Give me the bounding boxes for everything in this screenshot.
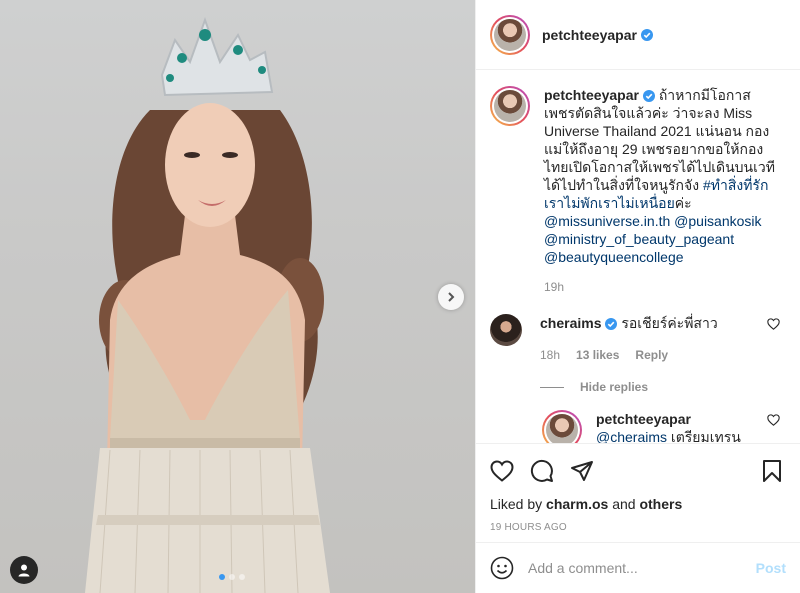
- carousel-indicator: [219, 574, 245, 580]
- post-comment-button[interactable]: Post: [756, 560, 786, 576]
- caption-author-avatar[interactable]: [490, 86, 530, 126]
- divider-line: [540, 386, 564, 388]
- comment-likes[interactable]: 13 likes: [576, 346, 619, 364]
- share-button[interactable]: [570, 459, 594, 483]
- post-timestamp[interactable]: 19 HOURS AGO: [490, 522, 786, 533]
- like-button[interactable]: [490, 460, 514, 482]
- author-avatar[interactable]: [490, 14, 530, 55]
- comment-like-heart-icon[interactable]: [767, 318, 780, 330]
- liked-by-user[interactable]: charm.os: [546, 496, 608, 512]
- comments-list[interactable]: petchteeyapar ถ้าหากมีโอกาส เพชรตัดสินใจ…: [476, 70, 800, 443]
- commenter-avatar[interactable]: [490, 314, 522, 346]
- caption-mention[interactable]: @beautyqueencollege: [544, 249, 684, 265]
- post-media[interactable]: [0, 0, 475, 593]
- liked-by-joiner: and: [612, 496, 636, 512]
- save-button[interactable]: [762, 459, 782, 483]
- carousel-dot: [239, 574, 245, 580]
- chevron-right-icon: [448, 292, 455, 302]
- comment-icon: [530, 459, 553, 482]
- comment-time[interactable]: 18h: [540, 346, 560, 364]
- liked-by-prefix: Liked by: [490, 496, 543, 512]
- comment-author-username[interactable]: cheraims: [540, 315, 601, 331]
- next-slide-button[interactable]: [438, 284, 464, 310]
- post-caption: petchteeyapar ถ้าหากมีโอกาส เพชรตัดสินใจ…: [490, 86, 786, 296]
- comment-text: รอเชียร์ค่ะพี่สาว: [621, 315, 718, 331]
- smiley-icon: [490, 556, 514, 580]
- carousel-dot: [229, 574, 235, 580]
- reply-like-heart-icon[interactable]: [767, 414, 780, 426]
- post-side-panel: petchteeyapar petchteeyapar ถ้าหากมีโอกา…: [475, 0, 800, 593]
- paper-plane-icon: [571, 461, 593, 481]
- comment: cheraims รอเชียร์ค่ะพี่สาว 18h 13 likes …: [490, 314, 786, 364]
- reply-mention[interactable]: @cheraims: [596, 429, 667, 443]
- user-icon: [18, 564, 30, 577]
- liked-by-summary: Liked by charm.os and others: [490, 496, 786, 512]
- bookmark-icon: [763, 460, 781, 482]
- comment-reply: petchteeyapar @cheraims เตรียมเทรน: [542, 410, 786, 443]
- verified-badge-icon: [640, 28, 653, 41]
- carousel-dot: [219, 574, 225, 580]
- reply-text: เตรียมเทรน: [670, 429, 741, 443]
- post-actions: Liked by charm.os and others 19 HOURS AG…: [476, 443, 800, 542]
- emoji-button[interactable]: [490, 556, 514, 580]
- heart-icon: [490, 460, 514, 482]
- post-photo: [85, 17, 330, 593]
- author-username[interactable]: petchteeyapar: [542, 27, 637, 43]
- comment-button[interactable]: [530, 459, 554, 483]
- hide-replies-label: Hide replies: [580, 380, 649, 394]
- caption-time[interactable]: 19h: [544, 278, 776, 296]
- reply-author-username[interactable]: petchteeyapar: [596, 411, 691, 427]
- verified-badge-icon: [605, 318, 618, 330]
- caption-author-username[interactable]: petchteeyapar: [544, 87, 639, 103]
- liked-by-others[interactable]: others: [639, 496, 682, 512]
- verified-badge-icon: [642, 90, 655, 102]
- add-comment-bar: Post: [476, 542, 800, 593]
- reply-author-avatar[interactable]: [542, 410, 582, 443]
- tagged-users-button[interactable]: [10, 556, 38, 584]
- caption-mention[interactable]: @missuniverse.in.th: [544, 213, 670, 229]
- hide-replies-button[interactable]: Hide replies: [540, 380, 786, 394]
- reply-button[interactable]: Reply: [635, 346, 668, 364]
- comment-input[interactable]: [528, 560, 756, 576]
- instagram-post: petchteeyapar petchteeyapar ถ้าหากมีโอกา…: [0, 0, 800, 593]
- post-header: petchteeyapar: [476, 0, 800, 70]
- caption-text-tail: ค่ะ: [674, 195, 692, 211]
- caption-mention[interactable]: @ministry_of_beauty_pageant: [544, 231, 734, 247]
- caption-mention[interactable]: @puisankosik: [674, 213, 761, 229]
